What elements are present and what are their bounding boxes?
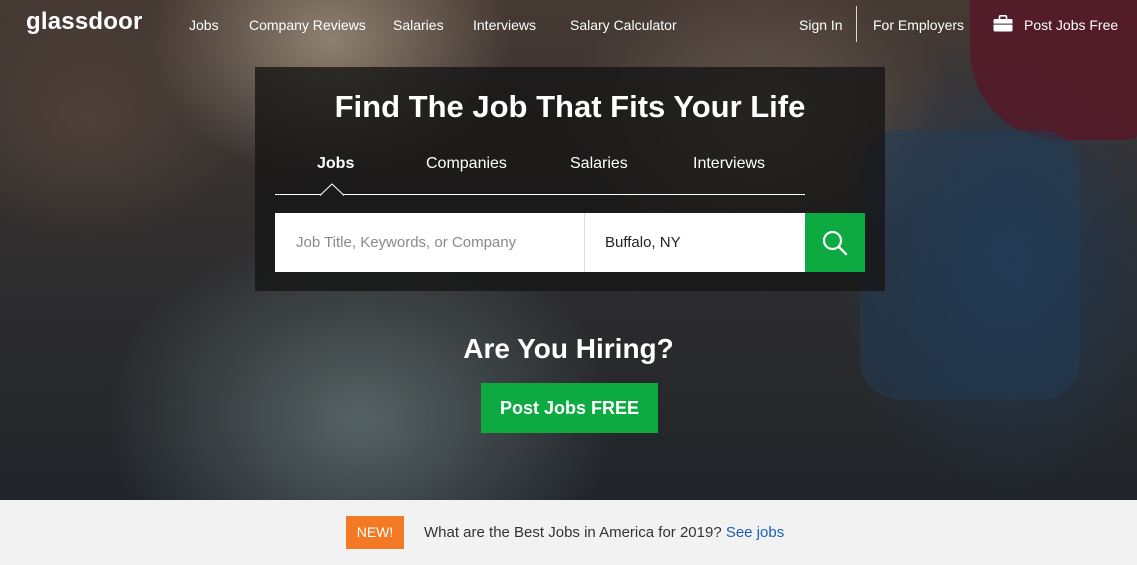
search-panel: Find The Job That Fits Your Life Jobs Co… bbox=[255, 67, 885, 291]
nav-link-company-reviews[interactable]: Company Reviews bbox=[249, 17, 366, 33]
sign-in-link[interactable]: Sign In bbox=[799, 17, 843, 33]
tab-salaries[interactable]: Salaries bbox=[570, 155, 628, 173]
for-employers-link[interactable]: For Employers bbox=[873, 17, 964, 33]
search-icon bbox=[822, 230, 848, 256]
promo-message: What are the Best Jobs in America for 20… bbox=[424, 524, 722, 541]
search-tabs: Jobs Companies Salaries Interviews bbox=[275, 147, 805, 196]
hiring-heading: Are You Hiring? bbox=[463, 333, 674, 364]
nav-divider bbox=[856, 6, 857, 42]
nav-link-interviews[interactable]: Interviews bbox=[473, 17, 536, 33]
nav-link-jobs[interactable]: Jobs bbox=[189, 17, 219, 33]
see-jobs-link[interactable]: See jobs bbox=[726, 524, 784, 541]
tab-companies[interactable]: Companies bbox=[426, 155, 507, 173]
glassdoor-logo[interactable]: glassdoor bbox=[26, 8, 143, 36]
nav-link-salaries[interactable]: Salaries bbox=[393, 17, 444, 33]
tab-interviews[interactable]: Interviews bbox=[693, 155, 765, 173]
promo-bar: NEW! What are the Best Jobs in America f… bbox=[0, 500, 1137, 565]
nav-link-salary-calculator[interactable]: Salary Calculator bbox=[570, 17, 677, 33]
briefcase-icon[interactable] bbox=[993, 15, 1013, 32]
post-jobs-free-button[interactable]: Post Jobs FREE bbox=[481, 383, 658, 433]
new-badge: NEW! bbox=[346, 516, 404, 549]
location-input[interactable] bbox=[585, 213, 805, 272]
tab-jobs[interactable]: Jobs bbox=[317, 155, 354, 173]
keyword-search-input[interactable] bbox=[275, 213, 585, 272]
search-button[interactable] bbox=[805, 213, 865, 272]
post-jobs-free-link[interactable]: Post Jobs Free bbox=[1024, 17, 1118, 33]
promo-text: What are the Best Jobs in America for 20… bbox=[424, 524, 784, 541]
page-title: Find The Job That Fits Your Life bbox=[334, 89, 806, 124]
active-tab-caret-icon bbox=[320, 183, 344, 196]
top-navigation: glassdoor Jobs Company Reviews Salaries … bbox=[0, 0, 1137, 50]
